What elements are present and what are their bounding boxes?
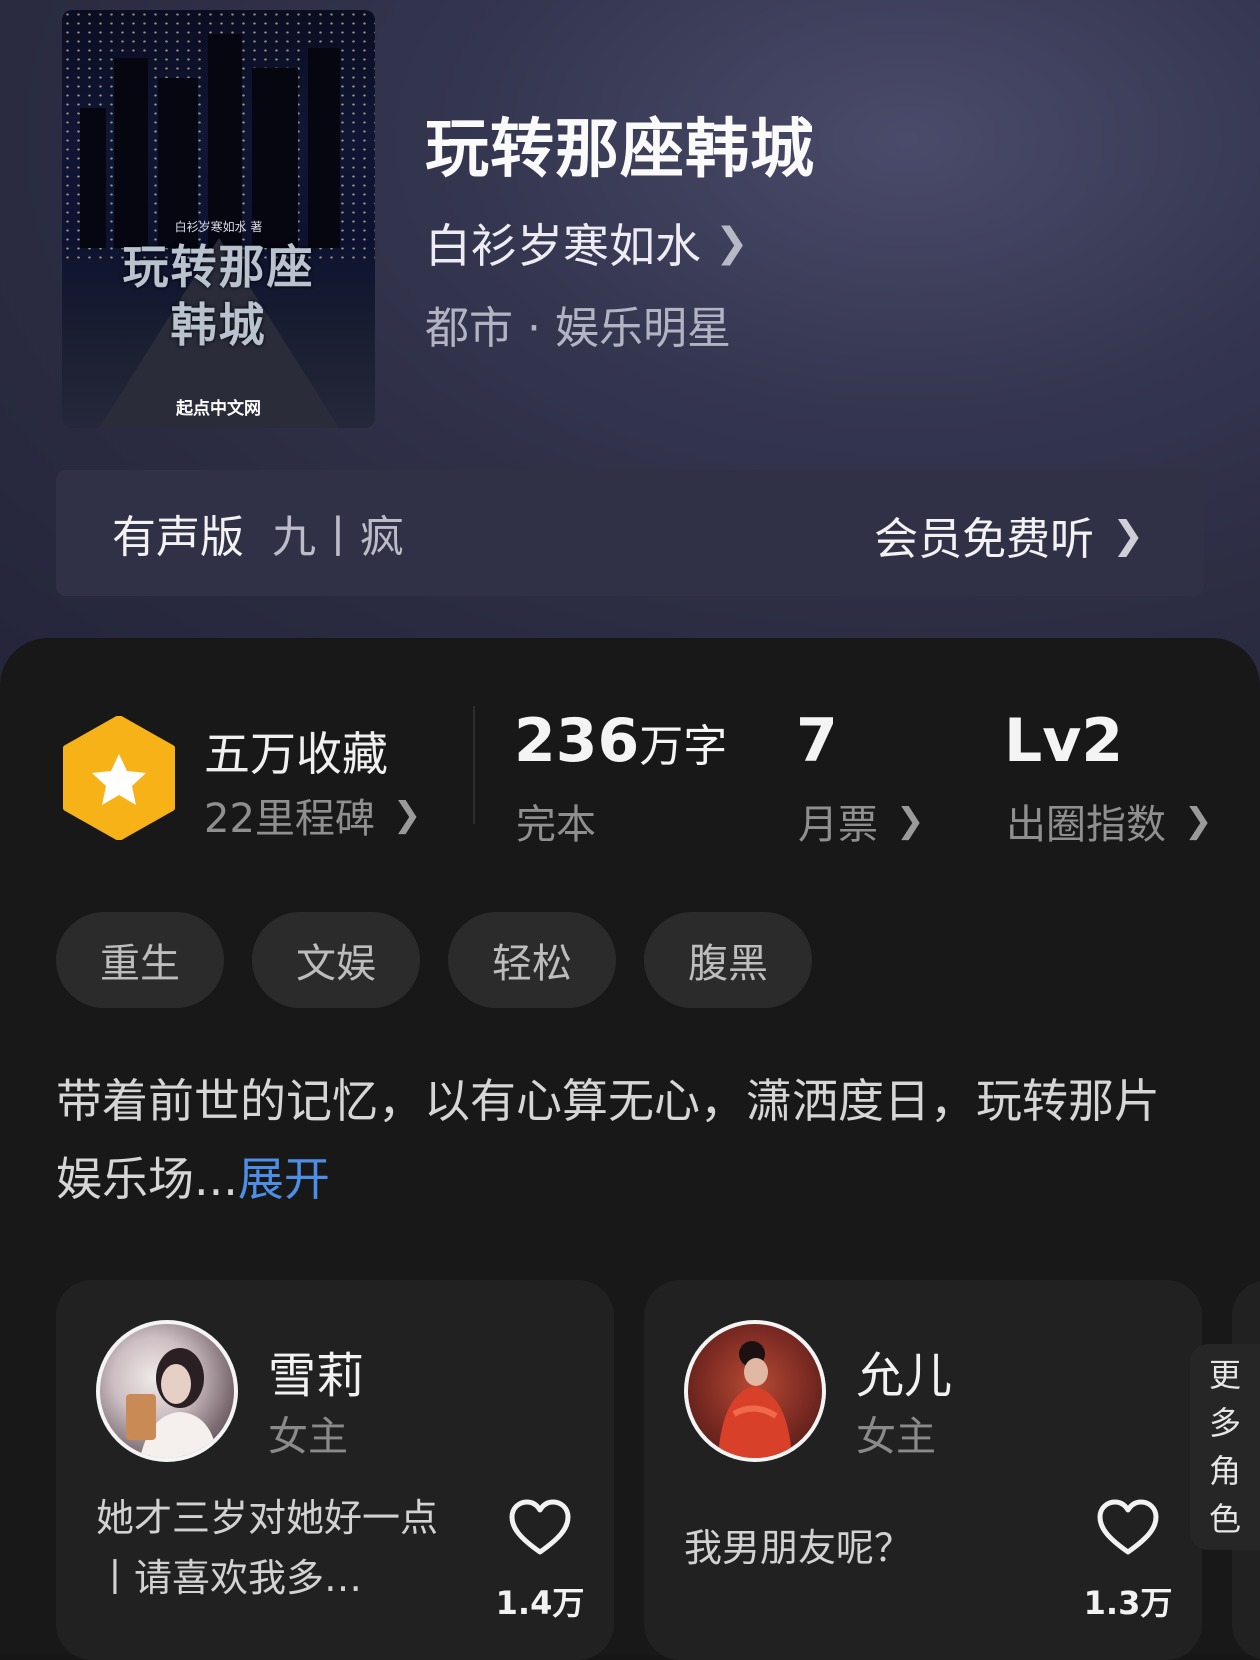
cover-building	[208, 34, 242, 248]
character-card[interactable]: 雪莉 女主 她才三岁对她好一点丨请喜欢我多… 1.4万	[56, 1280, 614, 1660]
audio-label: 有声版	[112, 512, 244, 563]
like-count: 1.3万	[1083, 1584, 1173, 1622]
more-roles-button[interactable]: 更 多 角 色	[1190, 1344, 1260, 1550]
tag-chip[interactable]: 腹黑	[644, 912, 812, 1008]
author-name: 白衫岁寒如水	[425, 219, 701, 273]
audio-narrator: 九丨疯	[272, 512, 404, 563]
audio-edition-bar[interactable]: 有声版 九丨疯 会员免费听 ❯	[56, 470, 1204, 596]
synopsis-text: 带着前世的记忆，以有心算无心，潇洒度日，玩转那片娱乐场...	[56, 1074, 1160, 1206]
milestone-link[interactable]: 22里程碑 ❯	[204, 786, 421, 844]
character-role: 女主	[268, 1414, 348, 1460]
cover-publisher-logo: 起点中文网	[176, 399, 261, 419]
completion-status: 完本	[516, 802, 596, 848]
chevron-right-icon: ❯	[392, 795, 422, 835]
monthly-votes-label: 月票	[798, 802, 878, 848]
expand-link[interactable]: 展开	[238, 1152, 330, 1206]
influence-index-link[interactable]: 出圈指数 ❯	[1006, 792, 1213, 850]
more-roles-char: 角	[1208, 1452, 1241, 1490]
chevron-right-icon: ❯	[1112, 513, 1144, 557]
chevron-right-icon: ❯	[896, 801, 925, 841]
milestone-label: 22里程碑	[204, 796, 375, 842]
member-free-listen-label: 会员免费听	[874, 514, 1095, 565]
character-quote: 我男朋友呢？	[684, 1526, 913, 1570]
cover-title-line: 韩城	[170, 298, 267, 352]
word-count-unit: 万字	[639, 721, 728, 772]
influence-index-label: 出圈指数	[1006, 802, 1166, 848]
monthly-votes-link[interactable]: 月票 ❯	[798, 792, 925, 850]
more-roles-char: 色	[1208, 1500, 1241, 1538]
more-roles-char: 多	[1208, 1404, 1241, 1442]
member-free-listen-button[interactable]: 会员免费听 ❯	[874, 503, 1144, 567]
character-quote: 她才三岁对她好一点丨请喜欢我多…	[96, 1496, 439, 1600]
chevron-right-icon: ❯	[1184, 801, 1213, 841]
avatar-photo-icon	[718, 1341, 792, 1458]
synopsis: 带着前世的记忆，以有心算无心，潇洒度日，玩转那片娱乐场...展开	[56, 1062, 1196, 1218]
cover-author-line: 白衫岁寒如水 著	[174, 220, 263, 234]
word-count: 236万字	[514, 706, 727, 776]
tag-chip[interactable]: 重生	[56, 912, 224, 1008]
more-roles-char: 更	[1208, 1356, 1241, 1394]
cover-title: 玩转那座 韩城	[82, 238, 355, 354]
influence-level: Lv2	[1004, 706, 1124, 776]
tag-chip[interactable]: 文娱	[252, 912, 420, 1008]
cover-title-line: 玩转那座	[122, 240, 315, 294]
avatar-photo-icon	[126, 1348, 218, 1458]
book-genre: 都市 · 娱乐明星	[425, 303, 731, 354]
star-hexagon-icon	[63, 716, 175, 840]
character-name: 允儿	[856, 1348, 953, 1404]
monthly-votes-number: 7	[796, 706, 838, 776]
author-link[interactable]: 白衫岁寒如水 ❯	[425, 210, 749, 276]
avatar	[96, 1320, 238, 1462]
heart-outline-icon[interactable]	[1096, 1498, 1160, 1558]
avatar	[684, 1320, 826, 1462]
like-count: 1.4万	[495, 1584, 585, 1622]
word-count-number: 236	[514, 706, 640, 776]
character-card[interactable]: 允儿 女主 我男朋友呢？ 1.3万	[644, 1280, 1202, 1660]
heart-outline-icon[interactable]	[508, 1498, 572, 1558]
character-role: 女主	[856, 1414, 936, 1460]
character-name: 雪莉	[268, 1348, 365, 1404]
stats-divider	[473, 706, 475, 824]
book-title: 玩转那座韩城	[425, 113, 815, 187]
tag-chip[interactable]: 轻松	[448, 912, 616, 1008]
tag-list: 重生 文娱 轻松 腹黑	[56, 912, 812, 1008]
book-cover[interactable]: 白衫岁寒如水 著 玩转那座 韩城 起点中文网	[62, 10, 375, 428]
chevron-right-icon: ❯	[715, 220, 749, 266]
collection-title: 五万收藏	[204, 727, 388, 781]
